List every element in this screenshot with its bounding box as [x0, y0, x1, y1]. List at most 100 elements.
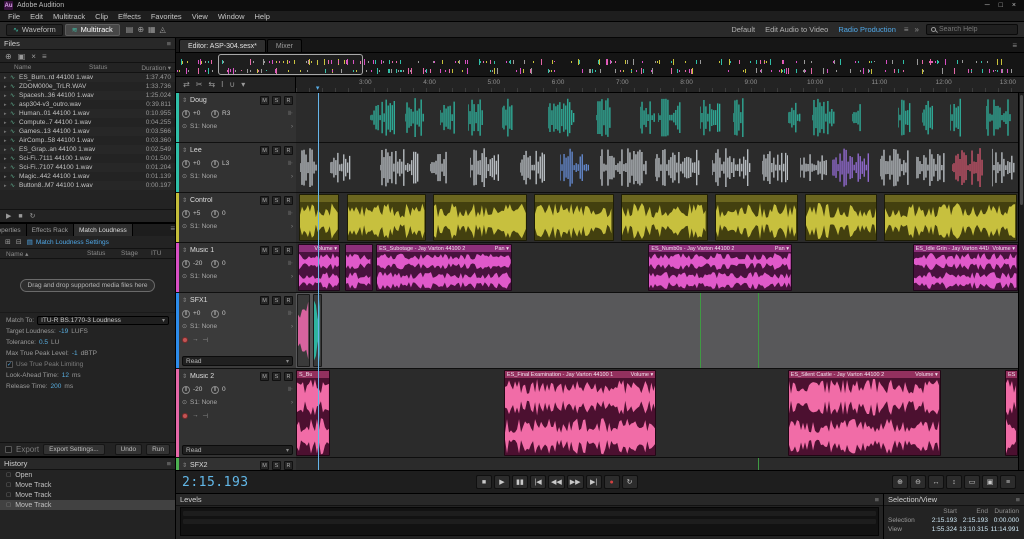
time-display[interactable]: 2:15.193: [182, 475, 249, 490]
menu-view[interactable]: View: [187, 11, 213, 22]
skip-to-end-button[interactable]: ▶|: [586, 475, 602, 489]
record-button[interactable]: ●: [604, 475, 620, 489]
track-record-arm-button[interactable]: R: [284, 196, 293, 205]
audio-clip[interactable]: S_Bu: [296, 370, 330, 456]
waveform-clip[interactable]: [655, 148, 700, 187]
panel-menu-icon[interactable]: ≡: [1012, 41, 1021, 52]
waveform-clip[interactable]: [330, 148, 352, 187]
waveform-clip[interactable]: [470, 148, 500, 187]
waveform-clip[interactable]: [762, 148, 789, 187]
audio-clip[interactable]: [297, 294, 309, 367]
audio-clip[interactable]: ES_Silent Castle - Jay Varton 44100 2Vol…: [788, 370, 941, 456]
track-drag-handle-icon[interactable]: ⇕: [182, 247, 187, 254]
waveform-clip[interactable]: [430, 148, 448, 187]
monitor-input-icon[interactable]: ⊣: [203, 336, 209, 344]
menu-clip[interactable]: Clip: [90, 11, 113, 22]
waveform-clip[interactable]: [520, 148, 545, 187]
track-lane-music-1[interactable]: Volume ▾ ES_Subotage - Jay Varton 44100 2…: [296, 243, 1018, 293]
send-selector[interactable]: S1: None: [190, 323, 217, 330]
vertical-scrollbar[interactable]: [1018, 93, 1024, 470]
track-solo-button[interactable]: S: [272, 196, 281, 205]
stop-button[interactable]: ■: [476, 475, 492, 489]
pan-value[interactable]: 0: [222, 210, 237, 217]
audio-clip[interactable]: ES_: [1005, 370, 1018, 456]
maximize-button[interactable]: □: [999, 2, 1003, 9]
track-record-arm-button[interactable]: R: [284, 372, 293, 381]
workspace-edit-audio-to-video[interactable]: Edit Audio to Video: [760, 25, 833, 34]
file-row[interactable]: ▸∿ZDOM000e_TrLR.WAV1:33.736: [0, 82, 175, 91]
waveform-clip[interactable]: [700, 98, 722, 137]
column-header-name[interactable]: Name: [14, 64, 89, 71]
track-record-arm-button[interactable]: R: [284, 296, 293, 305]
waveform-clip[interactable]: [812, 98, 836, 137]
file-row[interactable]: ▸∿Sci-Fi..7107 44100 1.wav0:01.204: [0, 163, 175, 172]
track-record-arm-button[interactable]: R: [284, 96, 293, 105]
volume-value[interactable]: +0: [193, 160, 208, 167]
history-item[interactable]: ▢Move Track: [0, 500, 175, 510]
waveform-clip[interactable]: [916, 148, 945, 187]
waveform-clip[interactable]: [548, 98, 575, 137]
waveform-clip[interactable]: [898, 98, 912, 137]
file-row[interactable]: ▸∿Sci-Fi..7111 44100 1.wav0:01.500: [0, 154, 175, 163]
waveform-view-button[interactable]: ∿Waveform: [6, 24, 63, 36]
tab-effects-rack[interactable]: Effects Rack: [27, 224, 74, 236]
import-icon[interactable]: ⊕: [135, 25, 146, 34]
pan-value[interactable]: 0: [222, 386, 237, 393]
volume-knob[interactable]: [182, 210, 190, 218]
waveform-clip[interactable]: [992, 148, 1016, 187]
track-drag-handle-icon[interactable]: ⇕: [182, 97, 187, 104]
track-name[interactable]: Control: [190, 197, 213, 204]
tolerance-value[interactable]: 0.5: [39, 339, 48, 346]
panel-menu-icon[interactable]: ≡: [170, 224, 175, 236]
menu-effects[interactable]: Effects: [113, 11, 146, 22]
waveform-clip[interactable]: [380, 148, 420, 187]
clip-automation-tag[interactable]: Pan ▾: [495, 246, 509, 252]
audio-clip[interactable]: ES_Subotage - Jay Varton 44100 2Pan ▾: [376, 244, 512, 291]
pan-knob[interactable]: [211, 160, 219, 168]
overview-view-range[interactable]: [218, 54, 362, 75]
track-mute-button[interactable]: M: [260, 372, 269, 381]
zoom-vertical-button[interactable]: ↕: [946, 475, 962, 489]
menu-favorites[interactable]: Favorites: [146, 11, 187, 22]
track-mute-button[interactable]: M: [260, 461, 269, 470]
track-drag-handle-icon[interactable]: ⇕: [182, 373, 187, 380]
snapping-toggle[interactable]: ∪: [229, 80, 235, 89]
track-mute-button[interactable]: M: [260, 196, 269, 205]
audio-clip[interactable]: [534, 194, 613, 241]
track-lane-control[interactable]: [296, 193, 1018, 243]
waveform-clip[interactable]: [922, 98, 934, 137]
waveform-clip[interactable]: [712, 148, 752, 187]
pan-value[interactable]: 0: [222, 260, 237, 267]
pan-knob[interactable]: [211, 210, 219, 218]
target-loudness-value[interactable]: -19: [59, 328, 68, 335]
tab-editor-asp-304-sesx[interactable]: Editor: ASP-304.sesx*: [179, 39, 266, 52]
track-drag-handle-icon[interactable]: ⇕: [182, 462, 187, 469]
waveform-clip[interactable]: [952, 148, 983, 187]
pause-button[interactable]: ▮▮: [512, 475, 528, 489]
audio-clip[interactable]: ES_Numb0s - Jay Varton 44100 2Pan ▾: [648, 244, 792, 291]
clip-automation-tag[interactable]: Volume ▾: [992, 246, 1015, 252]
waveform-clip[interactable]: [880, 148, 909, 187]
panel-menu-icon[interactable]: ≡: [167, 459, 171, 468]
clip-automation-tag[interactable]: Volume ▾: [631, 372, 654, 378]
audio-clip[interactable]: [884, 194, 1016, 241]
undo-button[interactable]: Undo: [115, 444, 143, 455]
monitor-input-icon[interactable]: ⊣: [203, 412, 209, 420]
input-arm-icon[interactable]: [182, 413, 188, 419]
file-row[interactable]: ▸∿Spacesh..36 44100 1.wav1:25.024: [0, 91, 175, 100]
max-true-peak-level-value[interactable]: -1: [72, 350, 78, 357]
audio-clip[interactable]: [345, 244, 372, 291]
workspace-default[interactable]: Default: [726, 25, 760, 34]
track-drag-handle-icon[interactable]: ⇕: [182, 197, 187, 204]
file-row[interactable]: ▸∿Games..13 44100 1.wav0:03.566: [0, 127, 175, 136]
clip-automation-tag[interactable]: Volume ▾: [915, 372, 938, 378]
pan-value[interactable]: R3: [222, 110, 237, 117]
match-to-dropdown[interactable]: ITU-R BS.1770-3 Loudness▾: [37, 316, 169, 325]
audio-clip[interactable]: Volume ▾: [298, 244, 340, 291]
panel-menu-icon[interactable]: ≡: [167, 39, 171, 48]
menu-edit[interactable]: Edit: [25, 11, 48, 22]
waveform-clip[interactable]: [640, 98, 655, 137]
minimize-button[interactable]: ─: [985, 2, 990, 9]
pan-knob[interactable]: [211, 260, 219, 268]
marker-menu[interactable]: ▾: [241, 80, 245, 89]
